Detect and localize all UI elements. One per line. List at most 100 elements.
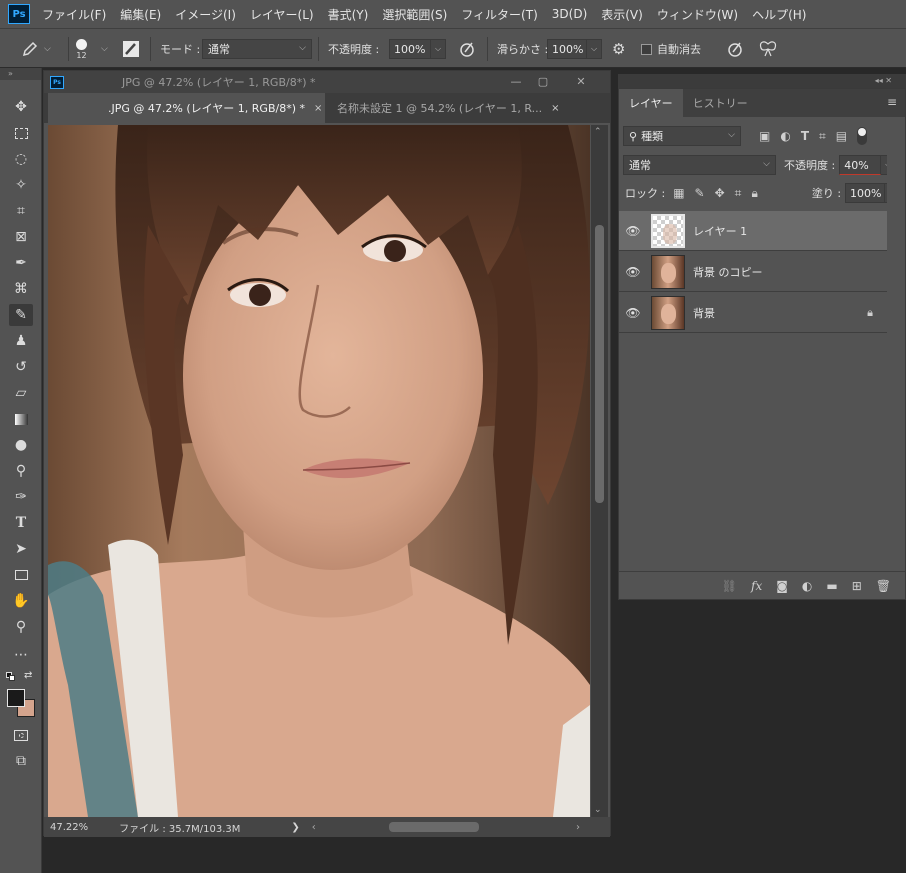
eye-icon[interactable]: 👁︎ (619, 265, 647, 279)
smoothing-input[interactable]: 100% (547, 39, 587, 59)
pencil-tool-icon[interactable]: ✎ (9, 304, 33, 326)
blur-tool-icon[interactable]: ● (9, 434, 33, 456)
layer-row-layer1[interactable]: 👁︎ レイヤー 1 (619, 211, 887, 251)
filter-shape-icon[interactable]: ⌗ (819, 129, 826, 144)
smoothing-settings-button[interactable]: ⚙ (612, 29, 625, 69)
history-brush-tool-icon[interactable]: ↺ (9, 356, 33, 378)
blend-mode-dropdown[interactable]: 通常 ⌵ (623, 155, 776, 175)
scroll-left-icon[interactable]: ‹ (312, 822, 316, 833)
opacity-input[interactable]: 100% (389, 39, 431, 59)
pressure-size-button[interactable] (726, 29, 744, 69)
menu-filter[interactable]: フィルター(T) (461, 6, 537, 23)
pen-tool-icon[interactable]: ✑ (9, 486, 33, 508)
opacity-dropdown-button[interactable]: ⌵ (431, 39, 446, 59)
layer-opacity-input[interactable]: 40% (839, 155, 882, 175)
tab-history[interactable]: ヒストリー (683, 89, 758, 117)
tab-current-document[interactable]: .JPG @ 47.2% (レイヤー 1, RGB/8*) * × (48, 93, 325, 123)
lock-all-icon[interactable]: 🔒︎ (751, 186, 757, 201)
quick-mask-icon[interactable] (9, 724, 33, 746)
adjustment-icon[interactable]: ◐ (802, 579, 812, 593)
layer-row-background-copy[interactable]: 👁︎ 背景 のコピー (619, 252, 887, 292)
mode-dropdown[interactable]: 通常 ⌵ (202, 39, 312, 59)
tab-untitled-document[interactable]: 名称未設定 1 @ 54.2% (レイヤー 1, R... × (331, 93, 561, 123)
more-tools-icon[interactable]: ⋯ (9, 644, 33, 666)
vertical-scrollbar[interactable]: ⌃ ⌄ (591, 125, 608, 817)
chevron-down-icon[interactable]: ⌵ (101, 44, 108, 54)
type-tool-icon[interactable]: T (9, 512, 33, 534)
menu-3d[interactable]: 3D(D) (552, 7, 587, 21)
canvas[interactable] (48, 125, 590, 817)
tool-preset-picker[interactable]: ⌵ (20, 29, 51, 69)
fill-input[interactable]: 100% (845, 183, 886, 203)
filter-toggle-icon[interactable] (857, 127, 868, 145)
scroll-down-icon[interactable]: ⌄ (594, 805, 602, 815)
eye-icon[interactable]: 👁︎ (619, 224, 647, 238)
maximize-icon[interactable]: ▢ (531, 73, 555, 90)
menu-help[interactable]: ヘルプ(H) (752, 6, 806, 23)
panel-collapse-bar[interactable]: ◂◂ ✕ (618, 74, 906, 88)
zoom-tool-icon[interactable]: ⚲ (9, 616, 33, 638)
magic-wand-tool-icon[interactable]: ✧ (9, 174, 33, 196)
eye-icon[interactable]: 👁︎ (619, 306, 647, 320)
close-icon[interactable]: ✕ (569, 73, 593, 90)
brush-panel-toggle[interactable] (122, 29, 140, 69)
menu-view[interactable]: 表示(V) (601, 6, 643, 23)
brush-size-picker[interactable]: 12 (76, 29, 87, 69)
symmetry-button[interactable] (758, 29, 778, 69)
smoothing-dropdown-button[interactable]: ⌵ (587, 39, 602, 59)
new-layer-icon[interactable]: ⊞ (852, 579, 862, 593)
scroll-right-icon[interactable]: › (576, 822, 580, 833)
trash-icon[interactable]: 🗑︎ (876, 579, 891, 593)
eyedropper-tool-icon[interactable]: ✒ (9, 252, 33, 274)
close-icon[interactable]: × (314, 103, 322, 114)
filter-pixel-icon[interactable]: ▣ (759, 129, 770, 143)
filter-smart-object-icon[interactable]: ▤ (836, 129, 847, 143)
frame-tool-icon[interactable]: ⊠ (9, 226, 33, 248)
menu-layer[interactable]: レイヤー(L) (250, 6, 314, 23)
status-menu-icon[interactable]: ❯ (291, 822, 299, 833)
minimize-icon[interactable]: — (504, 73, 528, 90)
move-tool-icon[interactable]: ✥ (9, 96, 33, 118)
filter-type-icon[interactable]: T (801, 129, 809, 143)
layer-filter-dropdown[interactable]: ⚲ 種類 ⌵ (623, 126, 741, 146)
auto-erase-checkbox[interactable]: 自動消去 (641, 29, 701, 69)
default-colors-icon[interactable] (6, 672, 15, 681)
crop-tool-icon[interactable]: ⌗ (9, 200, 33, 222)
document-titlebar[interactable]: Ps JPG @ 47.2% (レイヤー 1, RGB/8*) * — ▢ ✕ (44, 71, 610, 93)
menu-select[interactable]: 選択範囲(S) (382, 6, 447, 23)
link-icon[interactable]: ⛓ (722, 579, 737, 593)
menu-type[interactable]: 書式(Y) (328, 6, 369, 23)
pressure-opacity-button[interactable] (458, 29, 476, 69)
menu-image[interactable]: イメージ(I) (175, 6, 236, 23)
folder-icon[interactable]: ▬ (826, 579, 837, 593)
lock-image-icon[interactable]: ✎ (695, 186, 705, 200)
dodge-tool-icon[interactable]: ⚲ (9, 460, 33, 482)
layer-row-background[interactable]: 👁︎ 背景 🔒︎ (619, 293, 887, 333)
mask-icon[interactable]: ◙ (776, 579, 788, 593)
healing-brush-tool-icon[interactable]: ⌘ (9, 278, 33, 300)
lock-position-icon[interactable]: ✥ (715, 186, 725, 200)
marquee-tool-icon[interactable] (9, 122, 33, 144)
fx-icon[interactable]: fx (751, 579, 762, 593)
tab-layers[interactable]: レイヤー (619, 89, 683, 117)
foreground-color-swatch[interactable] (7, 689, 25, 707)
lock-transparent-icon[interactable]: ▦ (673, 186, 684, 200)
close-icon[interactable]: × (551, 103, 559, 114)
filter-adjustment-icon[interactable]: ◐ (780, 129, 790, 143)
vertical-scrollbar-thumb[interactable] (595, 225, 604, 503)
panel-menu-icon[interactable]: ≡ (887, 95, 897, 109)
eraser-tool-icon[interactable]: ▱ (9, 382, 33, 404)
rectangle-tool-icon[interactable] (9, 564, 33, 586)
swap-colors-icon[interactable]: ⇄ (24, 670, 32, 681)
horizontal-scrollbar-thumb[interactable] (389, 822, 479, 832)
zoom-level[interactable]: 47.22% (50, 822, 88, 833)
menu-edit[interactable]: 編集(E) (120, 6, 161, 23)
toolbar-collapse-icon[interactable]: » (0, 68, 41, 80)
lock-artboard-icon[interactable]: ⌗ (735, 186, 742, 201)
layers-scrollbar[interactable] (887, 117, 905, 573)
gradient-tool-icon[interactable] (9, 408, 33, 430)
scroll-up-icon[interactable]: ⌃ (594, 127, 602, 137)
path-selection-tool-icon[interactable]: ➤ (9, 538, 33, 560)
hand-tool-icon[interactable]: ✋ (9, 590, 33, 612)
screen-mode-icon[interactable]: ⧉ (9, 750, 33, 772)
